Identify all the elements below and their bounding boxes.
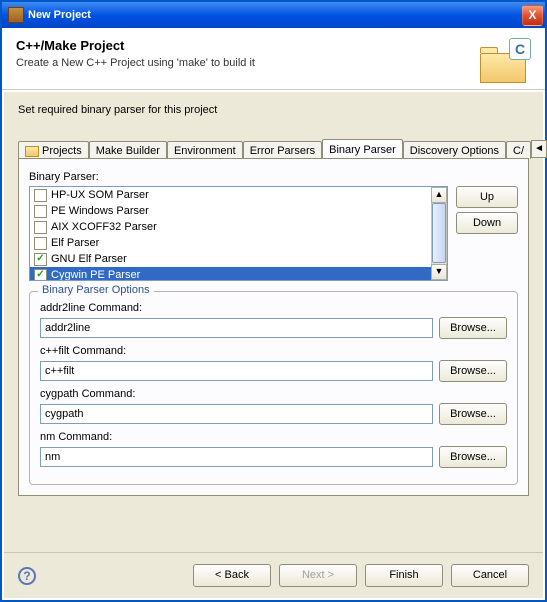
nm-input[interactable] — [40, 447, 433, 467]
list-item-label: HP-UX SOM Parser — [51, 189, 149, 201]
list-item[interactable]: AIX XCOFF32 Parser — [30, 219, 431, 235]
scrollbar[interactable]: ▲ ▼ — [431, 187, 447, 280]
tab-scroll: ◄ ► — [531, 140, 547, 158]
wizard-footer: ? < Back Next > Finish Cancel — [4, 552, 543, 598]
cancel-button[interactable]: Cancel — [451, 564, 529, 587]
tab-c-extra[interactable]: C/ — [506, 141, 531, 159]
scroll-thumb[interactable] — [432, 203, 446, 263]
wizard-header: C++/Make Project Create a New C++ Projec… — [2, 28, 545, 90]
finish-button[interactable]: Finish — [365, 564, 443, 587]
scroll-track[interactable] — [431, 203, 447, 264]
cygpath-input[interactable] — [40, 404, 433, 424]
tab-row: Projects Make Builder Environment Error … — [18, 136, 529, 158]
checkbox[interactable] — [34, 221, 47, 234]
list-item-label: GNU Elf Parser — [51, 253, 127, 265]
folder-icon: C — [476, 38, 531, 83]
app-icon — [8, 7, 24, 23]
scroll-down-icon[interactable]: ▼ — [431, 264, 447, 280]
list-item-label: Elf Parser — [51, 237, 99, 249]
tab-projects[interactable]: Projects — [18, 141, 89, 159]
scroll-up-icon[interactable]: ▲ — [431, 187, 447, 203]
next-button[interactable]: Next > — [279, 564, 357, 587]
browse-button[interactable]: Browse... — [439, 446, 507, 468]
list-item[interactable]: HP-UX SOM Parser — [30, 187, 431, 203]
checkbox[interactable] — [34, 253, 47, 266]
tab-binary-parser[interactable]: Binary Parser — [322, 139, 403, 158]
tab-error-parsers[interactable]: Error Parsers — [243, 141, 322, 159]
checkbox[interactable] — [34, 237, 47, 250]
list-item[interactable]: PE Windows Parser — [30, 203, 431, 219]
folder-icon — [25, 146, 39, 157]
addr2line-input[interactable] — [40, 318, 433, 338]
tab-page-binary-parser: Binary Parser: HP-UX SOM Parser PE Windo… — [18, 158, 529, 496]
tab-environment[interactable]: Environment — [167, 141, 243, 159]
content-area: Set required binary parser for this proj… — [4, 92, 543, 552]
tab-discovery-options[interactable]: Discovery Options — [403, 141, 506, 159]
parser-options-group: Binary Parser Options addr2line Command:… — [29, 291, 518, 485]
help-icon[interactable]: ? — [18, 567, 36, 585]
page-title: C++/Make Project — [16, 38, 476, 53]
cxxfilt-input[interactable] — [40, 361, 433, 381]
list-item-label: Cygwin PE Parser — [51, 269, 140, 281]
browse-button[interactable]: Browse... — [439, 360, 507, 382]
down-button[interactable]: Down — [456, 212, 518, 234]
parser-list[interactable]: HP-UX SOM Parser PE Windows Parser AIX X… — [29, 186, 448, 281]
browse-button[interactable]: Browse... — [439, 317, 507, 339]
dialog-window: New Project X C++/Make Project Create a … — [0, 0, 547, 602]
cxxfilt-label: c++filt Command: — [40, 345, 507, 357]
close-icon[interactable]: X — [522, 5, 543, 26]
list-item[interactable]: GNU Elf Parser — [30, 251, 431, 267]
up-button[interactable]: Up — [456, 186, 518, 208]
list-item[interactable]: Cygwin PE Parser — [30, 267, 431, 281]
addr2line-label: addr2line Command: — [40, 302, 507, 314]
window-title: New Project — [28, 9, 522, 21]
page-subtitle: Create a New C++ Project using 'make' to… — [16, 57, 476, 69]
checkbox[interactable] — [34, 205, 47, 218]
back-button[interactable]: < Back — [193, 564, 271, 587]
tab-label: Projects — [42, 145, 82, 157]
tab-make-builder[interactable]: Make Builder — [89, 141, 167, 159]
list-item-label: AIX XCOFF32 Parser — [51, 221, 157, 233]
list-item[interactable]: Elf Parser — [30, 235, 431, 251]
cygpath-label: cygpath Command: — [40, 388, 507, 400]
group-legend: Binary Parser Options — [38, 284, 154, 296]
instruction-text: Set required binary parser for this proj… — [18, 104, 529, 116]
nm-label: nm Command: — [40, 431, 507, 443]
checkbox[interactable] — [34, 189, 47, 202]
browse-button[interactable]: Browse... — [439, 403, 507, 425]
titlebar[interactable]: New Project X — [2, 2, 545, 28]
tab-scroll-left-icon[interactable]: ◄ — [531, 140, 547, 158]
list-item-label: PE Windows Parser — [51, 205, 149, 217]
checkbox[interactable] — [34, 269, 47, 282]
parser-list-label: Binary Parser: — [29, 171, 518, 183]
